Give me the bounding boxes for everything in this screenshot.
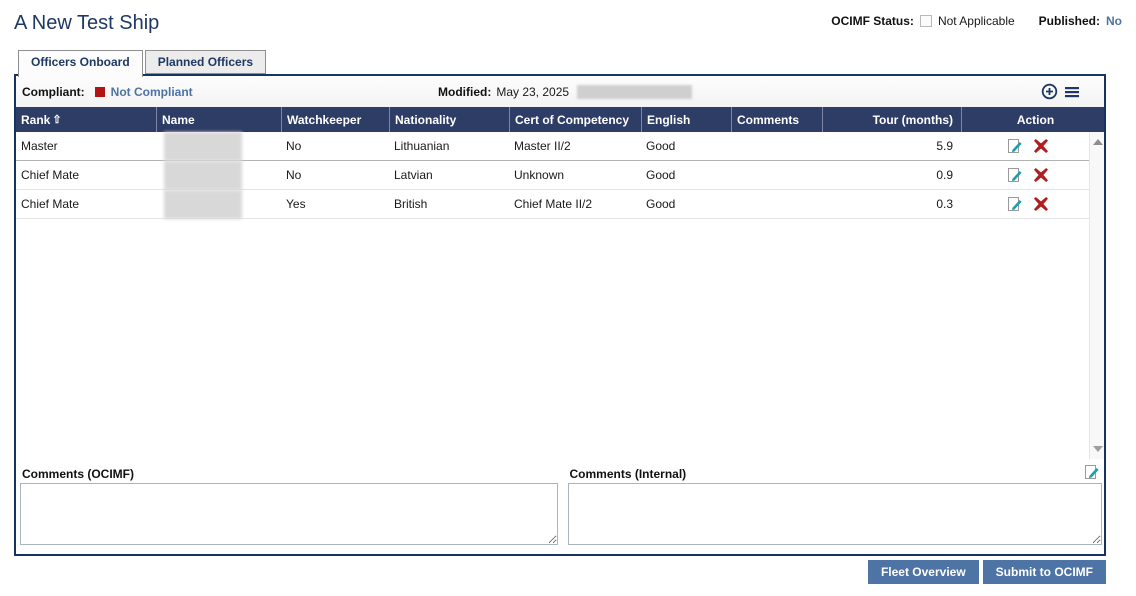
compliant-label: Compliant: — [22, 85, 85, 99]
delete-icon[interactable] — [1033, 138, 1049, 154]
cell-action — [961, 190, 1089, 218]
table-row[interactable]: Chief Mate No Latvian Unknown Good 0.9 — [16, 161, 1089, 190]
cell-watchkeeper: Yes — [281, 190, 389, 218]
status-cluster: OCIMF Status: Not Applicable Published: … — [831, 14, 1122, 28]
not-applicable-checkbox[interactable] — [920, 15, 932, 27]
cell-tour: 0.9 — [822, 161, 961, 189]
cell-watchkeeper: No — [281, 132, 389, 160]
column-header-tour[interactable]: Tour (months) — [822, 107, 961, 132]
column-header-rank[interactable]: Rank ⇧ — [16, 107, 156, 132]
column-header-cert[interactable]: Cert of Competency — [509, 107, 641, 132]
action-icons — [966, 138, 1089, 154]
tab-bar: Officers Onboard Planned Officers — [18, 50, 1136, 74]
cell-rank: Master — [16, 132, 156, 160]
scroll-down-arrow[interactable] — [1093, 446, 1103, 452]
menu-icon[interactable] — [1063, 83, 1080, 100]
grid-header: Rank ⇧ Name Watchkeeper Nationality Cert… — [16, 107, 1104, 132]
published-value: No — [1106, 14, 1122, 28]
tab-planned-officers[interactable]: Planned Officers — [145, 50, 266, 74]
published-label: Published: — [1039, 14, 1100, 28]
edit-icon[interactable] — [1084, 464, 1100, 480]
grid-body-wrap: Master No Lithuanian Master II/2 Good 5.… — [16, 132, 1104, 459]
grid-body: Master No Lithuanian Master II/2 Good 5.… — [16, 132, 1089, 219]
cell-cert: Master II/2 — [509, 132, 641, 160]
cell-watchkeeper: No — [281, 161, 389, 189]
edit-icon[interactable] — [1007, 138, 1023, 154]
cell-action — [961, 132, 1089, 160]
cell-cert: Unknown — [509, 161, 641, 189]
add-circle-icon[interactable] — [1041, 83, 1058, 100]
column-header-action[interactable]: Action — [961, 107, 1104, 132]
redacted-name — [164, 190, 242, 219]
not-compliant-status-icon — [95, 87, 105, 97]
comments-section: Comments (OCIMF) Comments (Internal) — [16, 464, 1104, 548]
comments-internal-block: Comments (Internal) — [568, 464, 1103, 548]
cell-name — [156, 161, 281, 189]
officers-grid: Rank ⇧ Name Watchkeeper Nationality Cert… — [16, 107, 1104, 459]
cell-cert: Chief Mate II/2 — [509, 190, 641, 218]
cell-comments — [731, 190, 822, 218]
top-bar: A New Test Ship OCIMF Status: Not Applic… — [0, 0, 1136, 50]
cell-english: Good — [641, 132, 731, 160]
compliant-value: Not Compliant — [111, 85, 193, 99]
cell-tour: 0.3 — [822, 190, 961, 218]
table-row[interactable]: Chief Mate Yes British Chief Mate II/2 G… — [16, 190, 1089, 219]
redacted-name — [164, 161, 242, 190]
cell-nationality: British — [389, 190, 509, 218]
modified-group: Modified: May 23, 2025 — [438, 76, 692, 107]
modified-value: May 23, 2025 — [496, 85, 569, 99]
delete-icon[interactable] — [1033, 167, 1049, 183]
compliant-group: Compliant: Not Compliant — [22, 85, 193, 99]
submit-to-ocimf-button[interactable]: Submit to OCIMF — [983, 560, 1106, 584]
cell-nationality: Lithuanian — [389, 132, 509, 160]
delete-icon[interactable] — [1033, 196, 1049, 212]
sort-ascending-icon: ⇧ — [52, 113, 61, 126]
fleet-overview-button[interactable]: Fleet Overview — [868, 560, 979, 584]
tab-officers-onboard[interactable]: Officers Onboard — [18, 50, 143, 77]
vertical-scrollbar[interactable] — [1089, 132, 1104, 459]
cell-rank: Chief Mate — [16, 190, 156, 218]
column-header-comments[interactable]: Comments — [731, 107, 822, 132]
scroll-up-arrow[interactable] — [1093, 139, 1103, 145]
edit-icon[interactable] — [1007, 167, 1023, 183]
ocimf-status-label: OCIMF Status: — [831, 14, 914, 28]
comments-ocimf-textarea[interactable] — [20, 483, 558, 545]
cell-action — [961, 161, 1089, 189]
modified-label: Modified: — [438, 85, 491, 99]
cell-comments — [731, 132, 822, 160]
cell-nationality: Latvian — [389, 161, 509, 189]
officers-panel: Compliant: Not Compliant Modified: May 2… — [14, 74, 1106, 556]
redacted-modified-user — [577, 85, 692, 99]
cell-name — [156, 190, 281, 218]
action-icons — [966, 196, 1089, 212]
footer-actions: Fleet Overview Submit to OCIMF — [0, 560, 1106, 584]
column-header-name[interactable]: Name — [156, 107, 281, 132]
panel-toolbar: Compliant: Not Compliant Modified: May 2… — [16, 76, 1104, 107]
comments-internal-label: Comments (Internal) — [568, 464, 1103, 483]
comments-ocimf-block: Comments (OCIMF) — [20, 464, 558, 548]
comments-ocimf-label: Comments (OCIMF) — [20, 464, 558, 483]
page-title: A New Test Ship — [14, 12, 159, 35]
table-row[interactable]: Master No Lithuanian Master II/2 Good 5.… — [16, 132, 1089, 161]
redacted-name — [164, 132, 242, 161]
column-header-watchkeeper[interactable]: Watchkeeper — [281, 107, 389, 132]
column-header-english[interactable]: English — [641, 107, 731, 132]
cell-name — [156, 132, 281, 160]
column-header-nationality[interactable]: Nationality — [389, 107, 509, 132]
edit-icon[interactable] — [1007, 196, 1023, 212]
cell-english: Good — [641, 190, 731, 218]
cell-english: Good — [641, 161, 731, 189]
action-icons — [966, 167, 1089, 183]
cell-comments — [731, 161, 822, 189]
toolbar-icons — [1041, 76, 1080, 107]
cell-rank: Chief Mate — [16, 161, 156, 189]
comments-internal-textarea[interactable] — [568, 483, 1103, 545]
cell-tour: 5.9 — [822, 132, 961, 160]
ocimf-status-value: Not Applicable — [938, 14, 1015, 28]
